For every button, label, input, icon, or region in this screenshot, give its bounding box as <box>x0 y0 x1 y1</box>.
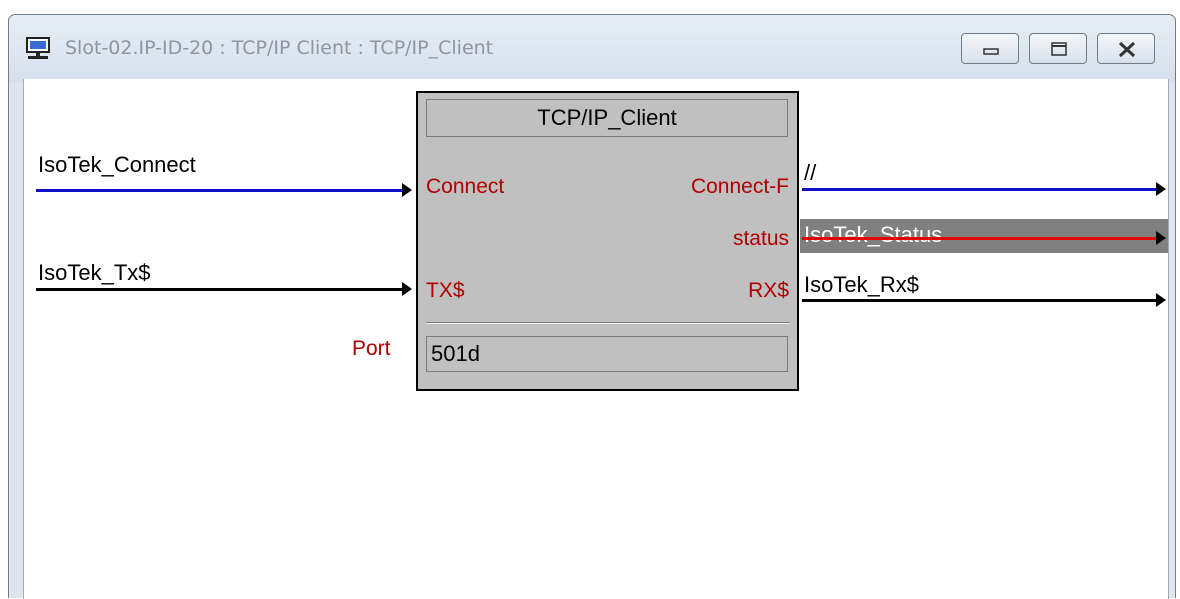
pin-output-status: status <box>732 227 789 250</box>
pin-input-connect: Connect <box>426 175 505 198</box>
program-window: Slot-02.IP-ID-20 : TCP/IP Client : TCP/I… <box>8 14 1176 599</box>
title-bar[interactable]: Slot-02.IP-ID-20 : TCP/IP Client : TCP/I… <box>9 15 1175 83</box>
close-icon <box>1118 41 1136 58</box>
window-title: Slot-02.IP-ID-20 : TCP/IP Client : TCP/I… <box>65 37 494 59</box>
minimize-icon <box>983 48 999 55</box>
wire-rx-out <box>802 299 1158 302</box>
network-icon <box>26 37 50 61</box>
signal-isotek-status[interactable]: IsoTek_Status <box>804 222 942 248</box>
signal-connect-f-out[interactable]: // <box>804 160 816 186</box>
arrow-right-icon <box>402 183 412 197</box>
signal-isotek-rx[interactable]: IsoTek_Rx$ <box>804 272 919 298</box>
pin-output-rx: RX$ <box>748 279 789 302</box>
minimize-button[interactable] <box>961 33 1019 64</box>
signal-isotek-tx[interactable]: IsoTek_Tx$ <box>38 260 151 286</box>
arrow-right-icon <box>1156 293 1166 307</box>
pin-output-connect-f: Connect-F <box>690 175 789 198</box>
wire-connect-in <box>36 189 406 192</box>
symbol-title: TCP/IP_Client <box>426 99 788 137</box>
maximize-icon <box>1051 42 1067 56</box>
signal-isotek-connect[interactable]: IsoTek_Connect <box>38 152 196 178</box>
block-divider <box>426 322 790 324</box>
wire-connect-f-out <box>802 188 1158 191</box>
symbol-tcp-ip-client[interactable]: TCP/IP_Client Connect Connect-F status T… <box>416 91 799 391</box>
maximize-button[interactable] <box>1029 33 1087 64</box>
arrow-right-icon <box>402 282 412 296</box>
arrow-right-icon <box>1156 231 1166 245</box>
wire-tx-in <box>36 288 406 291</box>
close-button[interactable] <box>1097 33 1155 64</box>
arrow-right-icon <box>1156 182 1166 196</box>
pin-input-tx: TX$ <box>426 279 465 302</box>
param-label-port: Port <box>352 337 391 360</box>
wire-status-out <box>802 237 1158 240</box>
port-param-field[interactable]: 501d <box>426 336 788 372</box>
canvas-area: IsoTek_Connect IsoTek_Tx$ // IsoTek_Stat… <box>23 79 1169 599</box>
